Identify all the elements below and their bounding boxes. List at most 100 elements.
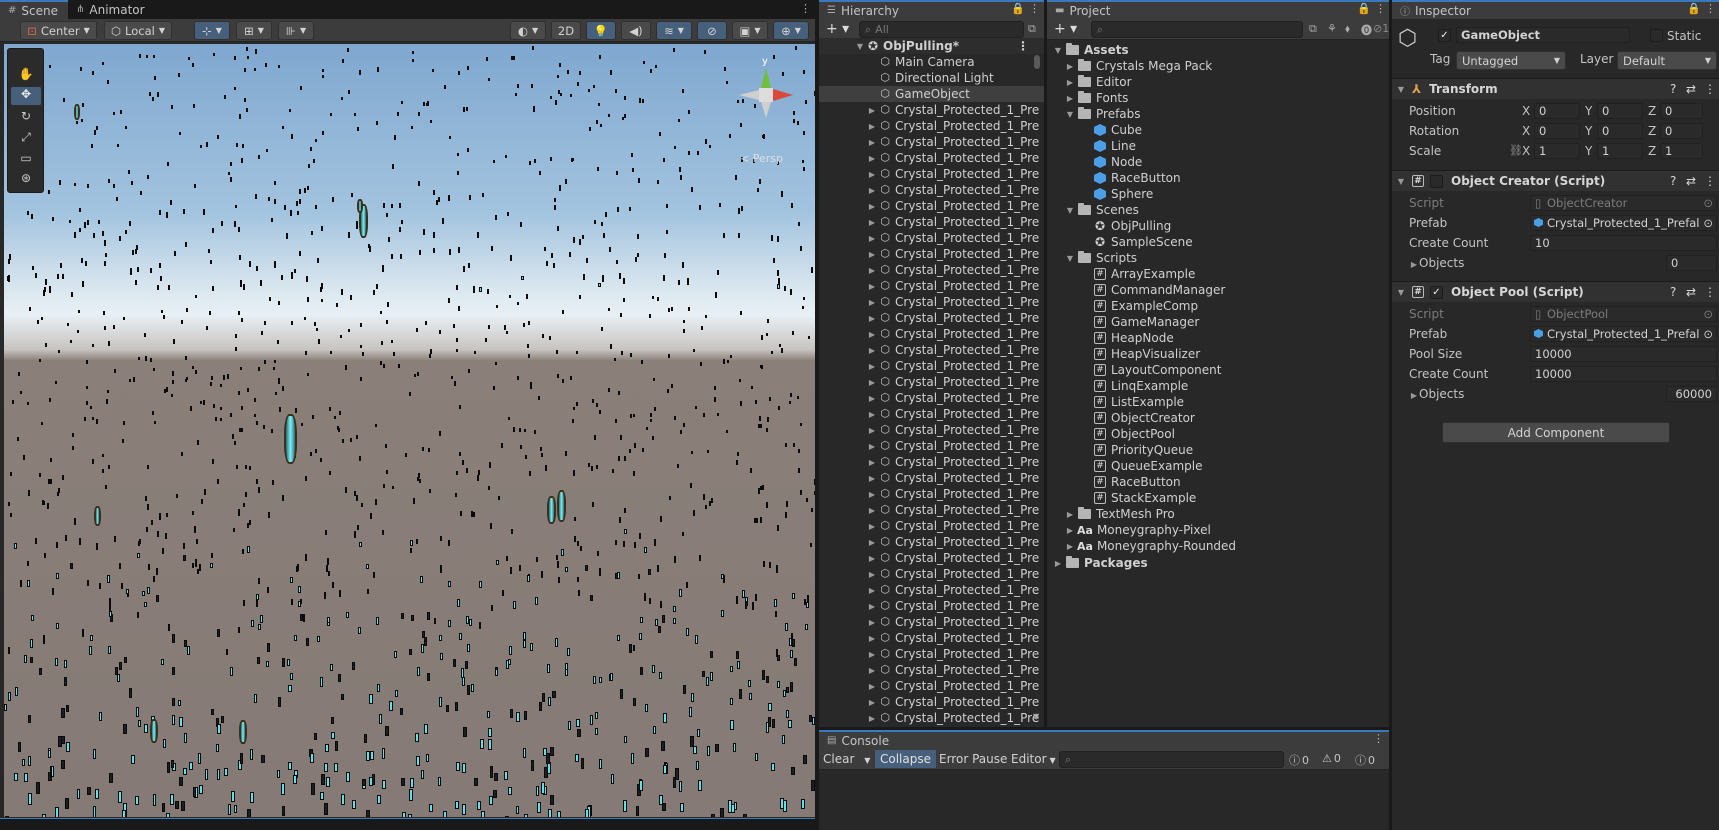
- expand-arrow-icon[interactable]: ▶: [867, 490, 877, 499]
- expand-arrow-icon[interactable]: ▶: [1065, 78, 1075, 87]
- expand-arrow-icon[interactable]: ▶: [867, 394, 877, 403]
- persp-label[interactable]: < Persp: [740, 152, 783, 165]
- hierarchy-item-crystal[interactable]: ▶⬡Crystal_Protected_1_Pre: [819, 390, 1044, 406]
- tab-console[interactable]: ▤ Console: [819, 730, 1389, 749]
- project-item[interactable]: # LinqExample: [1047, 378, 1389, 394]
- project-item[interactable]: # ArrayExample: [1047, 266, 1389, 282]
- project-item[interactable]: # StackExample: [1047, 490, 1389, 506]
- project-item[interactable]: # ExampleComp: [1047, 298, 1389, 314]
- presets-icon[interactable]: ⇄: [1686, 285, 1696, 299]
- hierarchy-item-crystal[interactable]: ▶⬡Crystal_Protected_1_Pre: [819, 342, 1044, 358]
- pool-size-field[interactable]: 10000: [1530, 346, 1717, 362]
- active-checkbox[interactable]: ✓: [1438, 29, 1451, 42]
- hierarchy-item-crystal[interactable]: ▶⬡Crystal_Protected_1_Pre: [819, 598, 1044, 614]
- error-pause-button[interactable]: Error Pause: [939, 752, 1007, 766]
- scale-y-field[interactable]: 1: [1597, 143, 1643, 159]
- expand-arrow-icon[interactable]: ▼: [1065, 206, 1075, 215]
- expand-arrow-icon[interactable]: ▶: [867, 602, 877, 611]
- hierarchy-item-crystal[interactable]: ▶⬡Crystal_Protected_1_Pre: [819, 614, 1044, 630]
- position-y-field[interactable]: 0: [1597, 103, 1643, 119]
- kebab-menu-icon[interactable]: ⋮: [1704, 82, 1716, 96]
- transform-tool-icon[interactable]: ⊛: [16, 171, 36, 189]
- toggle-2d-button[interactable]: 2D: [551, 21, 581, 40]
- expand-arrow-icon[interactable]: ▼: [1065, 110, 1075, 119]
- expand-arrow-icon[interactable]: ▶: [1065, 526, 1075, 535]
- objects-size-field[interactable]: 0: [1666, 255, 1717, 271]
- expand-arrow-icon[interactable]: ▶: [867, 634, 877, 643]
- project-item[interactable]: # HeapNode: [1047, 330, 1389, 346]
- component-enabled-checkbox[interactable]: ✓: [1430, 285, 1443, 299]
- scale-y-label[interactable]: Y: [1585, 144, 1592, 158]
- lock-icon[interactable]: 🔒: [1011, 2, 1025, 15]
- object-name-field[interactable]: GameObject: [1456, 27, 1630, 43]
- gizmos-button[interactable]: ⊕ ▼: [773, 21, 809, 40]
- presets-icon[interactable]: ⇄: [1686, 82, 1696, 96]
- project-item[interactable]: ▶ TextMesh Pro: [1047, 506, 1389, 522]
- position-x-label[interactable]: X: [1522, 104, 1530, 118]
- hierarchy-item-crystal[interactable]: ▶⬡Crystal_Protected_1_Pre: [819, 262, 1044, 278]
- hierarchy-item-crystal[interactable]: ▶⬡Crystal_Protected_1_Pre: [819, 726, 1044, 727]
- info-count-badge[interactable]: ⓘ 0: [1289, 752, 1309, 768]
- project-item[interactable]: ▶ Aa Moneygraphy-Pixel: [1047, 522, 1389, 538]
- expand-arrow-icon[interactable]: ▶: [867, 346, 877, 355]
- scale-z-label[interactable]: Z: [1648, 144, 1656, 158]
- hierarchy-item-crystal[interactable]: ▶⬡Crystal_Protected_1_Pre: [819, 246, 1044, 262]
- expand-arrow-icon[interactable]: ▶: [867, 170, 877, 179]
- hierarchy-item-crystal[interactable]: ▶⬡Crystal_Protected_1_Pre: [819, 630, 1044, 646]
- search-options-icon[interactable]: ⧉: [1028, 22, 1036, 36]
- project-item[interactable]: # CommandManager: [1047, 282, 1389, 298]
- hierarchy-item-crystal[interactable]: ▶⬡Crystal_Protected_1_Pre: [819, 438, 1044, 454]
- expand-arrow-icon[interactable]: ▶: [867, 186, 877, 195]
- move-tool-icon[interactable]: ✥: [11, 87, 41, 105]
- scale-tool-icon[interactable]: ⤢: [16, 130, 36, 148]
- project-item[interactable]: Cube: [1047, 122, 1389, 138]
- constrain-proportions-icon[interactable]: ⛓: [1509, 144, 1523, 157]
- project-item[interactable]: # QueueExample: [1047, 458, 1389, 474]
- expand-arrow-icon[interactable]: ▶: [867, 618, 877, 627]
- space-dropdown[interactable]: ⬡ Local ▼: [104, 21, 172, 40]
- hierarchy-item-crystal[interactable]: ▶⬡Crystal_Protected_1_Pre: [819, 550, 1044, 566]
- expand-arrow-icon[interactable]: ▶: [867, 586, 877, 595]
- hierarchy-scene-row[interactable]: ▼ ✪ ObjPulling* ⋮: [819, 38, 1044, 54]
- expand-arrow-icon[interactable]: ▶: [867, 554, 877, 563]
- hierarchy-item-crystal[interactable]: ▶⬡Crystal_Protected_1_Pre: [819, 710, 1044, 726]
- hierarchy-item-crystal[interactable]: ▶⬡Crystal_Protected_1_Pre: [819, 534, 1044, 550]
- lock-icon[interactable]: 🔒: [1357, 2, 1371, 15]
- expand-arrow-icon[interactable]: ▶: [867, 682, 877, 691]
- rotation-y-label[interactable]: Y: [1585, 124, 1592, 138]
- hierarchy-item-crystal[interactable]: ▶⬡Crystal_Protected_1_Pre: [819, 214, 1044, 230]
- expand-arrow-icon[interactable]: ▶: [867, 474, 877, 483]
- tab-inspector[interactable]: ⓘ Inspector: [1392, 0, 1719, 19]
- project-search-input[interactable]: ⌕: [1091, 21, 1303, 38]
- hierarchy-item-crystal[interactable]: ▶⬡Crystal_Protected_1_Pre: [819, 454, 1044, 470]
- object-picker-icon[interactable]: ⊙: [1703, 196, 1713, 210]
- project-item[interactable]: ▶ Aa Moneygraphy-Rounded: [1047, 538, 1389, 554]
- editor-dropdown[interactable]: Editor ▼: [1011, 752, 1056, 766]
- script-field[interactable]: ▯ ObjectPool ⊙: [1530, 306, 1717, 322]
- lighting-toggle[interactable]: 💡: [586, 21, 616, 40]
- console-search-input[interactable]: ⌕: [1059, 751, 1284, 768]
- hierarchy-item-crystal[interactable]: ▶⬡Crystal_Protected_1_Pre: [819, 582, 1044, 598]
- help-icon[interactable]: ?: [1670, 82, 1676, 96]
- audio-toggle[interactable]: ◀): [621, 21, 651, 40]
- warning-count-badge[interactable]: ⚠ 0: [1322, 752, 1341, 765]
- hierarchy-item-crystal[interactable]: ▶⬡Crystal_Protected_1_Pre: [819, 118, 1044, 134]
- create-count-field[interactable]: 10000: [1530, 366, 1717, 382]
- project-item[interactable]: Line: [1047, 138, 1389, 154]
- expand-arrow-icon[interactable]: ▶: [867, 714, 877, 723]
- position-z-field[interactable]: 0: [1660, 103, 1703, 119]
- presets-icon[interactable]: ⇄: [1686, 174, 1696, 188]
- tag-dropdown[interactable]: Untagged ▼: [1456, 51, 1566, 70]
- hierarchy-item-crystal[interactable]: ▶⬡Crystal_Protected_1_Pre: [819, 374, 1044, 390]
- expand-arrow-icon[interactable]: ▶: [867, 378, 877, 387]
- expand-arrow-icon[interactable]: ▶: [867, 426, 877, 435]
- hierarchy-item-crystal[interactable]: ▶⬡Crystal_Protected_1_Pre: [819, 502, 1044, 518]
- hierarchy-item-crystal[interactable]: ▶⬡Crystal_Protected_1_Pre: [819, 646, 1044, 662]
- hierarchy-item-crystal[interactable]: ▶⬡Crystal_Protected_1_Pre: [819, 678, 1044, 694]
- hierarchy-item-crystal[interactable]: ▶⬡Crystal_Protected_1_Pre: [819, 294, 1044, 310]
- project-item[interactable]: ▼ Prefabs: [1047, 106, 1389, 122]
- project-item[interactable]: # PriorityQueue: [1047, 442, 1389, 458]
- tab-project[interactable]: ▬ Project: [1047, 0, 1389, 19]
- expand-arrow-icon[interactable]: ▼: [1396, 177, 1406, 186]
- snap-button[interactable]: ⊹ ▼: [194, 21, 230, 40]
